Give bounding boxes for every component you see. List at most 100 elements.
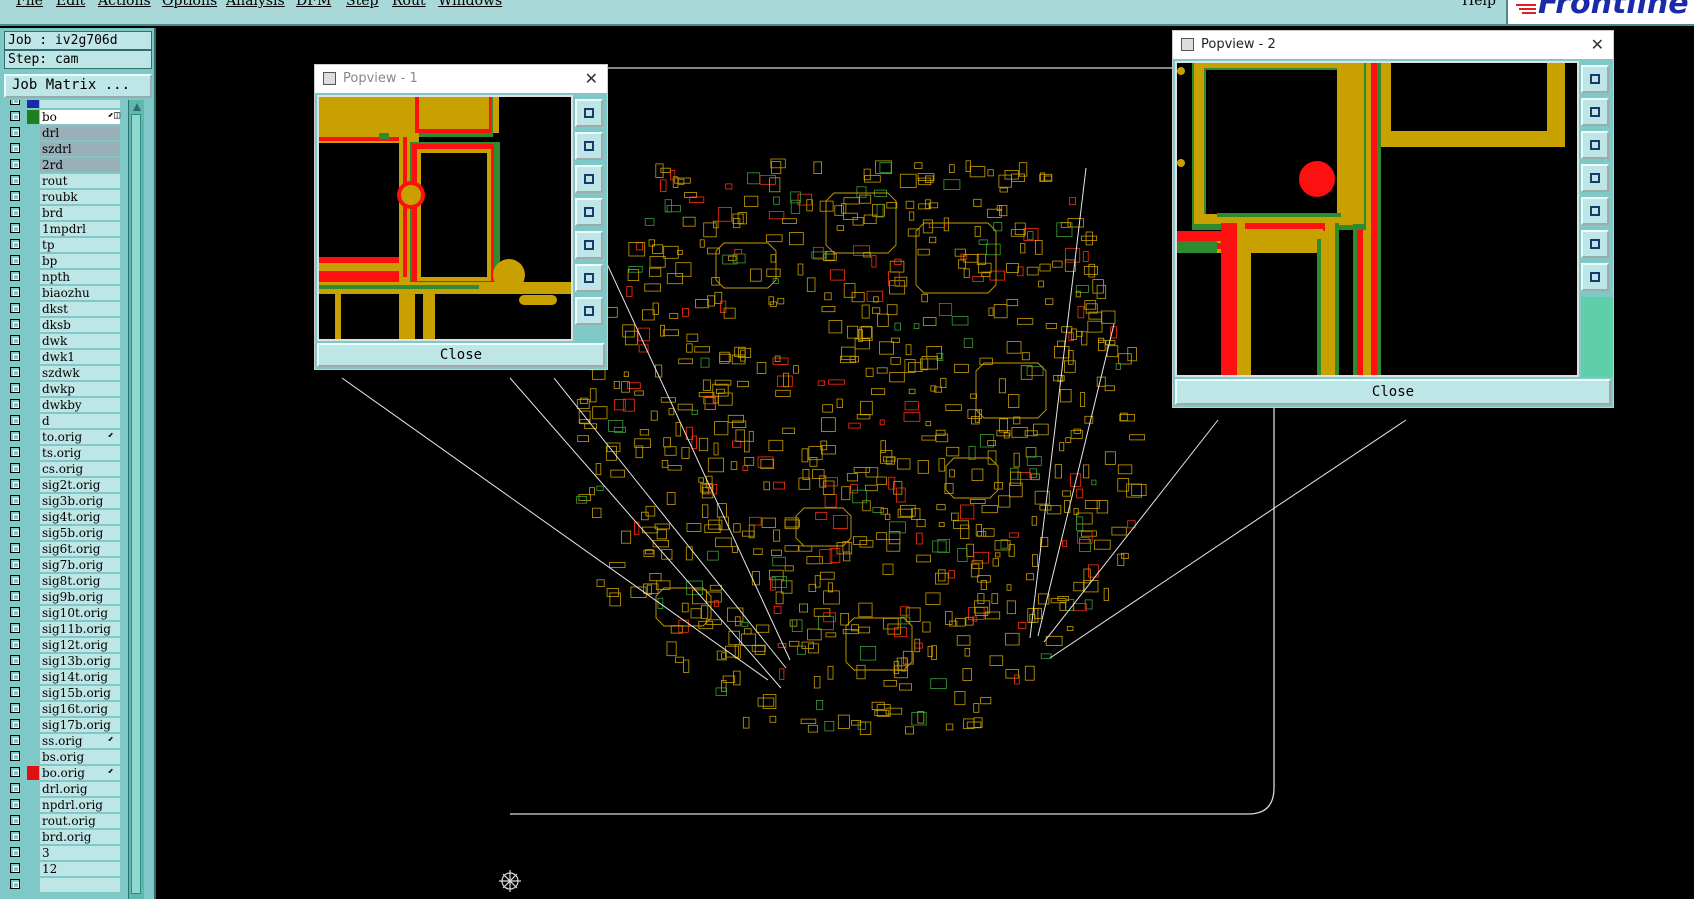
menu-analysis[interactable]: Analysis — [226, 0, 285, 9]
scroll-up-icon[interactable] — [132, 102, 142, 112]
layer-checkbox[interactable] — [10, 143, 20, 153]
layer-checkbox[interactable] — [10, 879, 20, 889]
layer-checkbox[interactable] — [10, 351, 20, 361]
layer-row[interactable]: bp — [4, 254, 124, 269]
layer-row[interactable]: brd — [4, 206, 124, 221]
layer-checkbox[interactable] — [10, 543, 20, 553]
menu-file[interactable]: File — [16, 0, 43, 9]
layer-row[interactable]: sig11b.orig — [4, 622, 124, 637]
layer-checkbox[interactable] — [10, 559, 20, 569]
layer-row[interactable]: bo ⬋◫ — [4, 110, 124, 125]
menu-actions[interactable]: Actions — [98, 0, 151, 9]
zoom-tool-icon[interactable] — [575, 231, 603, 259]
layer-row[interactable]: sig4t.orig — [4, 510, 124, 525]
layer-checkbox[interactable] — [10, 719, 20, 729]
layer-row[interactable]: brd.orig — [4, 830, 124, 845]
layer-checkbox[interactable] — [10, 527, 20, 537]
popview-1-close-button[interactable]: Close — [317, 343, 605, 367]
layer-row[interactable]: sig10t.orig — [4, 606, 124, 621]
zoom-tool-icon[interactable] — [575, 198, 603, 226]
layer-row[interactable]: sig7b.orig — [4, 558, 124, 573]
layer-checkbox[interactable] — [10, 287, 20, 297]
layer-row[interactable]: 1mpdrl — [4, 222, 124, 237]
zoom-tool-icon[interactable] — [1581, 263, 1609, 291]
layer-checkbox[interactable] — [10, 399, 20, 409]
menu-help[interactable]: Help — [1462, 0, 1496, 9]
layer-checkbox[interactable] — [10, 447, 20, 457]
layer-checkbox[interactable] — [10, 591, 20, 601]
layer-row[interactable]: rout — [4, 174, 124, 189]
layer-row[interactable]: biaozhu — [4, 286, 124, 301]
layer-row[interactable]: szdrl — [4, 142, 124, 157]
layer-checkbox[interactable] — [10, 831, 20, 841]
layer-row[interactable]: sig13b.orig — [4, 654, 124, 669]
layer-row[interactable]: drl.orig — [4, 782, 124, 797]
layer-checkbox[interactable] — [10, 463, 20, 473]
layer-scrollbar[interactable] — [128, 100, 144, 899]
layer-row[interactable]: bo.orig ⬋ — [4, 766, 124, 781]
menu-rout[interactable]: Rout — [392, 0, 426, 9]
layer-checkbox[interactable] — [10, 863, 20, 873]
zoom-tool-icon[interactable] — [575, 132, 603, 160]
layer-row[interactable]: d — [4, 414, 124, 429]
layer-checkbox[interactable] — [10, 207, 20, 217]
layer-checkbox[interactable] — [10, 271, 20, 281]
layer-checkbox[interactable] — [10, 735, 20, 745]
layer-row[interactable]: sig9b.orig — [4, 590, 124, 605]
layer-row[interactable]: dwk — [4, 334, 124, 349]
layer-checkbox[interactable] — [10, 431, 20, 441]
close-icon[interactable]: ✕ — [585, 65, 598, 93]
popview-2-close-button[interactable]: Close — [1175, 379, 1611, 405]
layer-row[interactable]: roubk — [4, 190, 124, 205]
menu-step[interactable]: Step — [346, 0, 378, 9]
layer-checkbox[interactable] — [10, 703, 20, 713]
layer-row[interactable]: drl — [4, 126, 124, 141]
layer-row[interactable]: sig2t.orig — [4, 478, 124, 493]
layer-checkbox[interactable] — [10, 223, 20, 233]
layer-checkbox[interactable] — [10, 623, 20, 633]
layer-checkbox[interactable] — [10, 815, 20, 825]
layer-checkbox[interactable] — [10, 335, 20, 345]
layer-row[interactable] — [4, 878, 124, 893]
layer-checkbox[interactable] — [10, 607, 20, 617]
layer-checkbox[interactable] — [10, 239, 20, 249]
close-icon[interactable]: ✕ — [1591, 31, 1604, 59]
layer-checkbox[interactable] — [10, 767, 20, 777]
layer-row[interactable]: rout.orig — [4, 814, 124, 829]
zoom-tool-icon[interactable] — [575, 297, 603, 325]
layer-checkbox[interactable] — [10, 255, 20, 265]
layer-row[interactable]: 2rd — [4, 158, 124, 173]
layer-row[interactable]: sig6t.orig — [4, 542, 124, 557]
layer-checkbox[interactable] — [10, 479, 20, 489]
layer-row[interactable]: sig3b.orig — [4, 494, 124, 509]
zoom-tool-icon[interactable] — [575, 264, 603, 292]
layer-checkbox[interactable] — [10, 303, 20, 313]
layer-checkbox[interactable] — [10, 159, 20, 169]
layer-checkbox[interactable] — [10, 319, 20, 329]
layer-row[interactable]: sig12t.orig — [4, 638, 124, 653]
layer-row[interactable]: sig17b.orig — [4, 718, 124, 733]
zoom-tool-icon[interactable] — [1581, 131, 1609, 159]
scroll-thumb[interactable] — [131, 114, 141, 894]
layer-row[interactable]: npdrl.orig — [4, 798, 124, 813]
popview-1-window[interactable]: Popview - 1 ✕ Close — [314, 64, 608, 370]
menu-options[interactable]: Options — [162, 0, 217, 9]
layer-row[interactable]: bs.orig — [4, 750, 124, 765]
popview-2-view[interactable] — [1175, 61, 1579, 377]
layer-row[interactable]: dwkp — [4, 382, 124, 397]
layer-checkbox[interactable] — [10, 575, 20, 585]
layer-row[interactable]: tp — [4, 238, 124, 253]
layer-checkbox[interactable] — [10, 639, 20, 649]
popview-2-tool-scroll[interactable] — [1581, 297, 1613, 377]
layer-checkbox[interactable] — [10, 799, 20, 809]
layer-row[interactable]: sig8t.orig — [4, 574, 124, 589]
layer-checkbox[interactable] — [10, 367, 20, 377]
zoom-tool-icon[interactable] — [1581, 230, 1609, 258]
layer-row[interactable]: dwkby — [4, 398, 124, 413]
zoom-tool-icon[interactable] — [1581, 98, 1609, 126]
layer-checkbox[interactable] — [10, 687, 20, 697]
popview-2-window[interactable]: Popview - 2 ✕ Close — [1172, 30, 1614, 408]
layer-checkbox[interactable] — [10, 111, 20, 121]
layer-row[interactable]: sig15b.orig — [4, 686, 124, 701]
layer-checkbox[interactable] — [10, 847, 20, 857]
